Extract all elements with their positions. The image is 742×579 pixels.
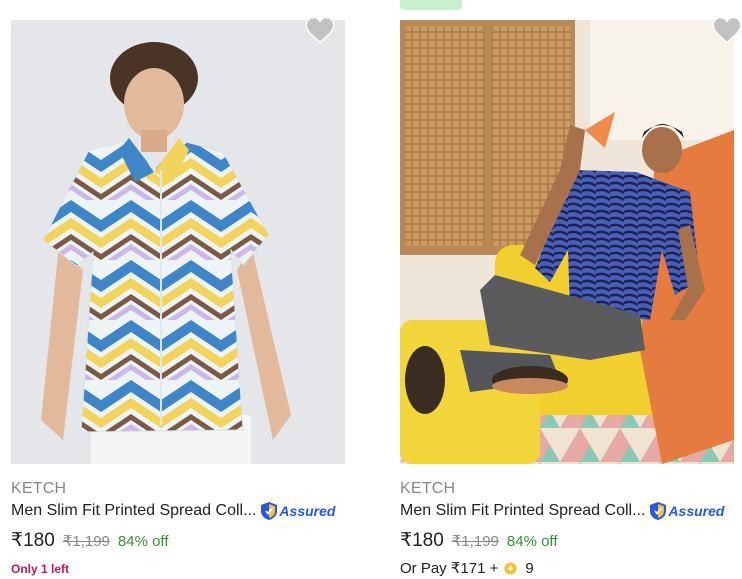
assured-badge: Assured: [260, 500, 335, 522]
product-photo: [41, 42, 291, 464]
pay-with-coins-label: Or Pay ₹171 +: [400, 560, 499, 577]
coin-count: 9: [525, 559, 534, 577]
product-title[interactable]: Men Slim Fit Printed Spread Coll...: [400, 502, 645, 520]
stock-note: Only 1 left: [11, 562, 70, 576]
selling-price: ₹180: [400, 530, 444, 551]
product-image[interactable]: [11, 20, 345, 464]
price-row: ₹180 ₹1,199 84% off: [400, 529, 558, 552]
title-row[interactable]: Men Slim Fit Printed Spread Coll... Assu…: [11, 499, 345, 523]
top-badge: [400, 0, 462, 10]
assured-label: Assured: [668, 503, 725, 519]
product-title[interactable]: Men Slim Fit Printed Spread Coll...: [11, 502, 256, 520]
original-price: ₹1,199: [451, 533, 499, 550]
assured-badge: Assured: [649, 500, 724, 522]
original-price: ₹1,199: [62, 533, 110, 550]
shield-icon: [650, 502, 667, 520]
product-photo: [400, 20, 734, 464]
brand-name: KETCH: [400, 480, 456, 497]
shield-icon: [261, 502, 278, 520]
discount-label: 84% off: [117, 533, 169, 550]
coin-pay-row: Or Pay ₹171 + 9: [400, 559, 534, 578]
product-card[interactable]: KETCH Men Slim Fit Printed Spread Coll..…: [11, 0, 345, 579]
assured-label: Assured: [279, 503, 336, 519]
supercoin-icon: [504, 561, 517, 575]
discount-label: 84% off: [506, 533, 558, 550]
brand-name: KETCH: [11, 480, 67, 497]
heart-icon[interactable]: [305, 16, 335, 44]
heart-icon[interactable]: [712, 16, 742, 44]
selling-price: ₹180: [11, 530, 55, 551]
product-card[interactable]: KETCH Men Slim Fit Printed Spread Coll..…: [400, 0, 742, 579]
title-row[interactable]: Men Slim Fit Printed Spread Coll... Assu…: [400, 499, 734, 523]
product-image[interactable]: [400, 20, 734, 464]
price-row: ₹180 ₹1,199 84% off: [11, 529, 169, 552]
